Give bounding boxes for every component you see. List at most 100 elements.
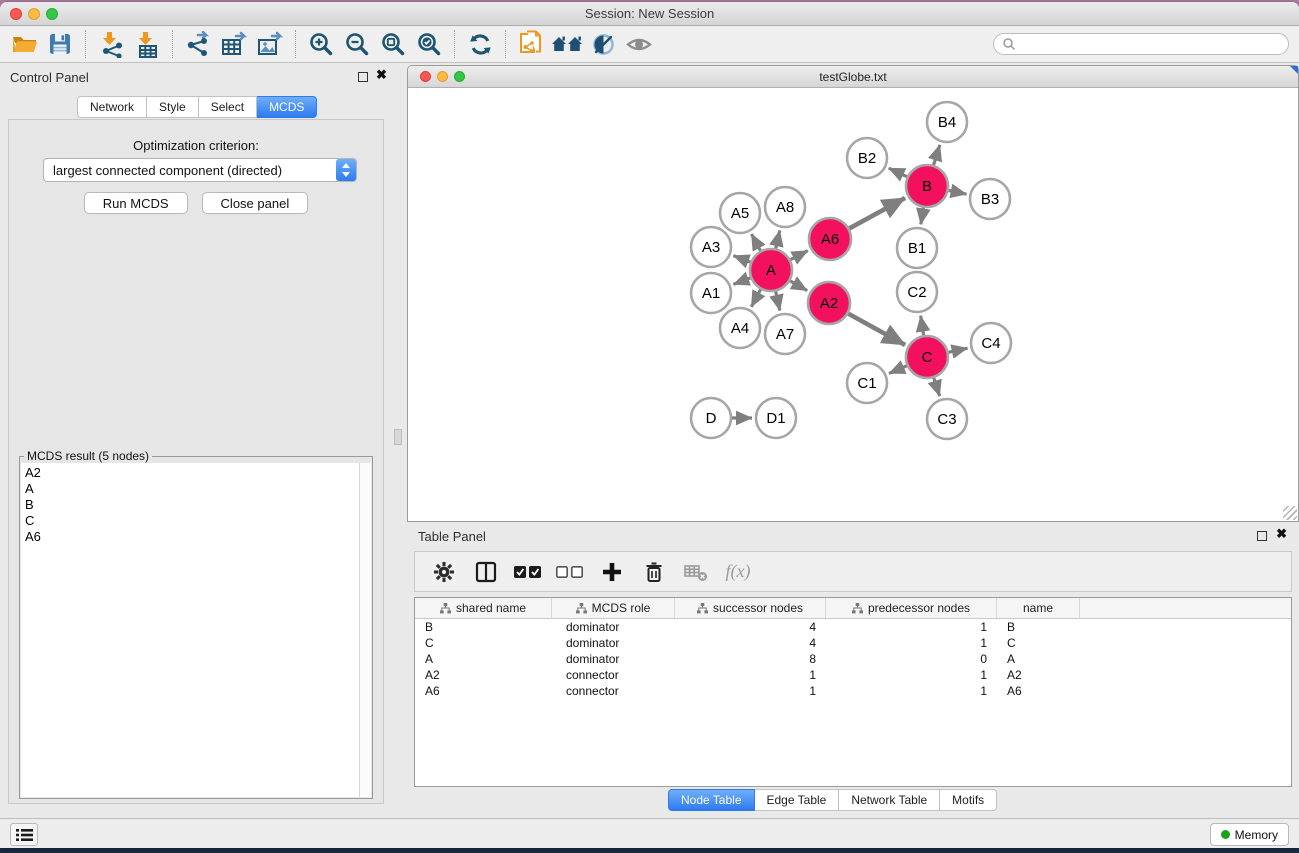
- close-table-panel-button[interactable]: ✖: [1276, 527, 1287, 540]
- float-panel-button[interactable]: [358, 72, 368, 82]
- graph-node-A[interactable]: A: [750, 249, 792, 291]
- import-network-button[interactable]: [93, 29, 129, 59]
- table-options-button[interactable]: [427, 556, 461, 588]
- graph-edge-A-A8[interactable]: [776, 230, 780, 248]
- tab-style[interactable]: Style: [147, 96, 199, 118]
- graph-edge-A-A3[interactable]: [733, 256, 750, 263]
- graph-node-C3[interactable]: C3: [927, 399, 967, 439]
- result-item[interactable]: A6: [25, 529, 371, 545]
- graph-edge-A-A2[interactable]: [790, 281, 807, 291]
- graph-edge-A-A7[interactable]: [776, 291, 780, 310]
- graph-node-C2[interactable]: C2: [897, 272, 937, 312]
- result-item[interactable]: C: [25, 513, 371, 529]
- graph-edge-B-B1[interactable]: [921, 208, 924, 225]
- table-cell[interactable]: 1: [826, 683, 997, 699]
- table-cell[interactable]: 1: [675, 667, 826, 683]
- table-cell[interactable]: A6: [997, 683, 1080, 699]
- zoom-fit-button[interactable]: [375, 29, 411, 59]
- graph-edge-C-C2[interactable]: [921, 316, 924, 336]
- search-input[interactable]: [1021, 37, 1280, 51]
- result-item[interactable]: A2: [25, 465, 371, 481]
- run-mcds-button[interactable]: Run MCDS: [84, 192, 188, 214]
- graph-node-A6[interactable]: A6: [809, 218, 851, 260]
- show-all-networks-button[interactable]: [549, 29, 585, 59]
- export-image-button[interactable]: [252, 29, 288, 59]
- table-cell[interactable]: A6: [415, 683, 552, 699]
- table-cell[interactable]: connector: [552, 683, 675, 699]
- tab-edge-table[interactable]: Edge Table: [755, 789, 840, 811]
- graph-node-A3[interactable]: A3: [691, 227, 731, 267]
- graph-edge-B-B2[interactable]: [889, 168, 907, 177]
- tab-network[interactable]: Network: [77, 96, 147, 118]
- table-row[interactable]: A2connector11A2: [415, 667, 1291, 683]
- column-header-shared-name[interactable]: shared name: [415, 598, 552, 618]
- result-item[interactable]: B: [25, 497, 371, 513]
- table-cell[interactable]: dominator: [552, 619, 675, 635]
- graph-edge-A6-B[interactable]: [849, 198, 905, 228]
- close-panel-icon-button[interactable]: ✖: [376, 68, 387, 81]
- zoom-selected-button[interactable]: [411, 29, 447, 59]
- task-history-button[interactable]: [10, 823, 38, 846]
- table-cell[interactable]: 4: [675, 619, 826, 635]
- graph-node-B2[interactable]: B2: [847, 138, 887, 178]
- graph-node-B3[interactable]: B3: [970, 179, 1010, 219]
- table-cell[interactable]: 0: [826, 651, 997, 667]
- import-table-button[interactable]: [129, 29, 165, 59]
- delete-table-button[interactable]: [679, 556, 713, 588]
- table-cell[interactable]: dominator: [552, 651, 675, 667]
- apply-layout-button[interactable]: [462, 29, 498, 59]
- graph-node-A2[interactable]: A2: [808, 282, 850, 324]
- graph-node-A8[interactable]: A8: [765, 187, 805, 227]
- export-table-button[interactable]: [216, 29, 252, 59]
- show-graphics-details-button[interactable]: [621, 29, 657, 59]
- table-row[interactable]: Adominator80A: [415, 651, 1291, 667]
- table-cell[interactable]: 1: [826, 635, 997, 651]
- graph-node-A7[interactable]: A7: [765, 314, 805, 354]
- tab-mcds[interactable]: MCDS: [257, 96, 317, 118]
- graph-edge-A-A6[interactable]: [790, 251, 807, 260]
- deselect-all-button[interactable]: [553, 556, 587, 588]
- graph-node-B[interactable]: B: [906, 165, 948, 207]
- graph-node-D1[interactable]: D1: [756, 398, 796, 438]
- delete-column-button[interactable]: [637, 556, 671, 588]
- table-cell[interactable]: C: [997, 635, 1080, 651]
- column-header-name[interactable]: name: [997, 598, 1080, 618]
- column-header-predecessor-nodes[interactable]: predecessor nodes: [826, 598, 997, 618]
- tab-node-table[interactable]: Node Table: [668, 789, 755, 811]
- result-item[interactable]: A: [25, 481, 371, 497]
- table-row[interactable]: Bdominator41B: [415, 619, 1291, 635]
- graph-edge-B-B4[interactable]: [934, 145, 940, 165]
- graph-edge-A-A1[interactable]: [733, 278, 750, 285]
- column-header-MCDS-role[interactable]: MCDS role: [552, 598, 675, 618]
- table-cell[interactable]: A: [415, 651, 552, 667]
- maximize-corner-icon[interactable]: [1290, 66, 1298, 74]
- graph-node-D[interactable]: D: [691, 398, 731, 438]
- graph-node-A5[interactable]: A5: [720, 193, 760, 233]
- add-column-button[interactable]: [595, 556, 629, 588]
- table-row[interactable]: A6connector11A6: [415, 683, 1291, 699]
- graph-node-C4[interactable]: C4: [971, 323, 1011, 363]
- table-cell[interactable]: 1: [826, 667, 997, 683]
- export-network-button[interactable]: [180, 29, 216, 59]
- table-cell[interactable]: 1: [826, 619, 997, 635]
- graph-node-C1[interactable]: C1: [847, 363, 887, 403]
- column-header-successor-nodes[interactable]: successor nodes: [675, 598, 826, 618]
- resize-grip[interactable]: [1283, 506, 1297, 520]
- result-scrollbar[interactable]: [359, 463, 371, 797]
- graph-edge-C-C1[interactable]: [889, 366, 907, 374]
- table-cell[interactable]: connector: [552, 667, 675, 683]
- graph-edge-C-C3[interactable]: [934, 378, 940, 396]
- split-divider-grip[interactable]: [394, 429, 402, 445]
- zoom-in-button[interactable]: [303, 29, 339, 59]
- graph-node-A1[interactable]: A1: [691, 273, 731, 313]
- graph-node-B1[interactable]: B1: [897, 228, 937, 268]
- table-cell[interactable]: B: [415, 619, 552, 635]
- function-builder-button[interactable]: f(x): [721, 556, 755, 588]
- close-panel-button[interactable]: Close panel: [202, 192, 309, 214]
- optimization-select[interactable]: largest connected component (directed): [43, 158, 357, 182]
- tab-network-table[interactable]: Network Table: [839, 789, 940, 811]
- tab-motifs[interactable]: Motifs: [940, 789, 997, 811]
- graph-node-C[interactable]: C: [906, 336, 948, 378]
- graph-node-A4[interactable]: A4: [720, 308, 760, 348]
- save-session-button[interactable]: [42, 29, 78, 59]
